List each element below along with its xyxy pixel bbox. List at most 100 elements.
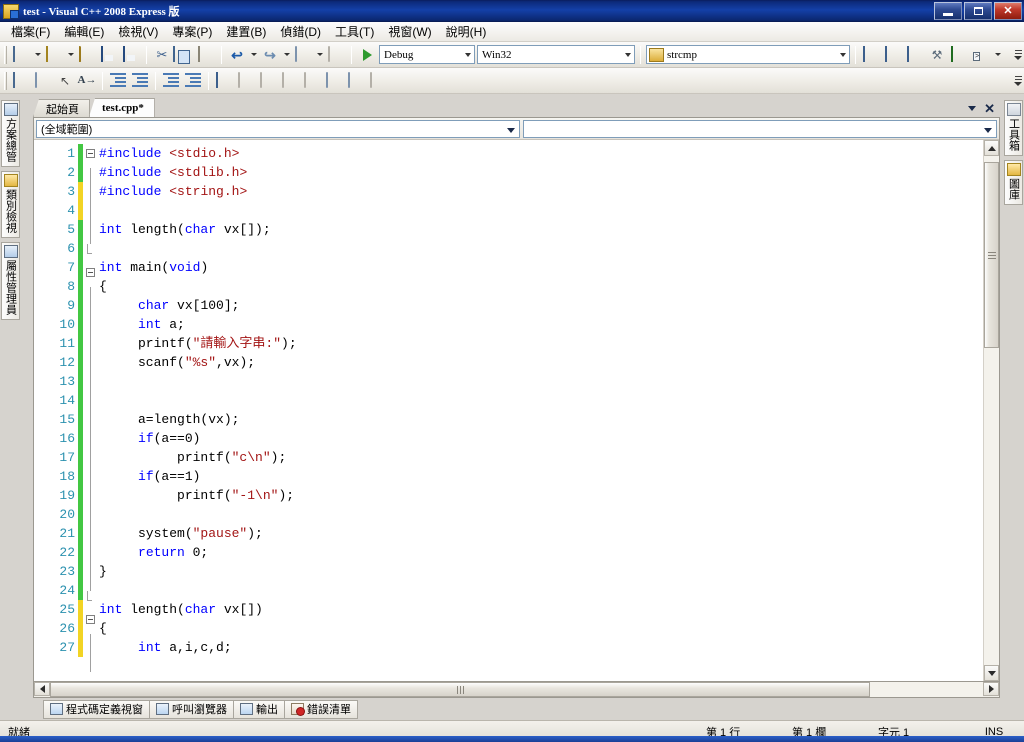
toolbar-grip[interactable] xyxy=(4,71,7,90)
properties-window-button[interactable] xyxy=(882,44,904,66)
paste-button[interactable] xyxy=(195,44,217,66)
sidebar-tab-gallery[interactable]: 圖庫 xyxy=(1004,160,1023,205)
previous-bookmark-folder-button[interactable] xyxy=(279,70,301,92)
find-combo[interactable]: strcmp xyxy=(646,45,850,64)
command-window-button[interactable]: > xyxy=(970,44,992,66)
platform-combo[interactable]: Win32 xyxy=(477,45,635,64)
display-object-member-list-button[interactable] xyxy=(10,70,32,92)
menu-help[interactable]: 說明(H) xyxy=(439,21,494,42)
tab-test-cpp[interactable]: test.cpp* xyxy=(89,98,155,117)
new-project-button[interactable] xyxy=(10,44,32,66)
bottom-tab-output[interactable]: 輸出 xyxy=(233,699,285,719)
previous-bookmark-doc-button[interactable] xyxy=(323,70,345,92)
menu-tools[interactable]: 工具(T) xyxy=(328,21,381,42)
add-new-item-button[interactable] xyxy=(43,44,65,66)
toggle-bookmark-button[interactable] xyxy=(213,70,235,92)
menu-view[interactable]: 檢視(V) xyxy=(111,21,165,42)
menu-debug[interactable]: 偵錯(D) xyxy=(273,21,328,42)
minimize-button[interactable] xyxy=(934,2,962,20)
undo-dropdown-icon[interactable] xyxy=(248,44,259,66)
close-icon[interactable]: ✕ xyxy=(984,102,995,115)
toolbar-grip[interactable] xyxy=(4,45,7,64)
code-text-area[interactable]: #include <stdio.h> #include <stdlib.h> #in… xyxy=(97,140,983,681)
copy-button[interactable] xyxy=(173,44,195,66)
scope-combo[interactable]: (全域範圍) xyxy=(36,119,520,138)
menu-window[interactable]: 視窗(W) xyxy=(381,21,438,42)
tab-start-page[interactable]: 起始頁 xyxy=(33,99,90,117)
add-item-dropdown-icon[interactable] xyxy=(65,44,76,66)
horizontal-scroll-track[interactable] xyxy=(50,682,983,697)
vertical-scroll-track[interactable] xyxy=(984,156,999,665)
sidebar-tab-solution-explorer[interactable]: 方案總管 xyxy=(1,100,20,167)
next-bookmark-doc-button[interactable] xyxy=(345,70,367,92)
display-quick-info-button[interactable]: ↖ xyxy=(54,70,76,92)
sidebar-tab-property-manager[interactable]: 屬性管理員 xyxy=(1,242,20,320)
fold-line xyxy=(83,363,97,382)
sidebar-tab-label: 方案總管 xyxy=(4,118,17,162)
scroll-up-button[interactable] xyxy=(984,140,999,156)
object-browser-button[interactable] xyxy=(904,44,926,66)
fold-end xyxy=(83,591,97,610)
window-title: test - Visual C++ 2008 Express 版 xyxy=(23,6,180,18)
cursor-icon: ↖ xyxy=(59,73,71,88)
fold-toggle[interactable] xyxy=(83,615,97,634)
save-button[interactable] xyxy=(98,44,120,66)
new-project-dropdown-icon[interactable] xyxy=(32,44,43,66)
navigate-forward-button[interactable] xyxy=(325,44,347,66)
complete-word-button[interactable]: A→ xyxy=(76,70,98,92)
decrease-indent-button[interactable] xyxy=(107,70,129,92)
menu-project[interactable]: 專案(P) xyxy=(165,21,219,42)
navigate-backward-button[interactable] xyxy=(292,44,314,66)
vertical-scroll-thumb[interactable] xyxy=(984,162,999,348)
next-bookmark-folder-button[interactable] xyxy=(301,70,323,92)
increase-indent-button[interactable] xyxy=(129,70,151,92)
sidebar-tab-class-view[interactable]: 類別檢視 xyxy=(1,171,20,238)
scroll-right-button[interactable] xyxy=(983,682,999,696)
horizontal-scrollbar[interactable] xyxy=(33,682,1000,698)
scroll-down-button[interactable] xyxy=(984,665,999,681)
chevron-down-icon[interactable] xyxy=(968,106,977,111)
save-all-button[interactable] xyxy=(120,44,142,66)
navigate-backward-dropdown-icon[interactable] xyxy=(314,44,325,66)
vertical-scrollbar[interactable] xyxy=(983,140,999,681)
fold-line xyxy=(83,534,97,553)
menu-build[interactable]: 建置(B) xyxy=(219,21,273,42)
menu-edit[interactable]: 編輯(E) xyxy=(57,21,111,42)
previous-bookmark-button[interactable] xyxy=(235,70,257,92)
horizontal-scroll-thumb[interactable] xyxy=(50,682,870,697)
scroll-left-button[interactable] xyxy=(34,682,50,696)
open-file-button[interactable] xyxy=(76,44,98,66)
undo-button[interactable]: ↩ xyxy=(226,44,248,66)
member-combo[interactable] xyxy=(523,119,997,138)
bottom-tab-code-definition-window[interactable]: 程式碼定義視窗 xyxy=(43,699,150,719)
outlining-margin[interactable] xyxy=(83,140,97,681)
sidebar-tab-toolbox[interactable]: 工具箱 xyxy=(1004,100,1023,156)
uncomment-selection-button[interactable] xyxy=(182,70,204,92)
code-scroll-region[interactable]: 1 2 3 4 5 6 7 8 9 10 11 12 13 14 15 16 17 18 19 20 21 22 23 24 2… xyxy=(34,140,983,681)
toolbar-overflow-button[interactable] xyxy=(1012,70,1024,92)
toolbar-overflow-button[interactable] xyxy=(1012,44,1024,66)
tab-strip-controls: ✕ xyxy=(968,102,1003,117)
comment-selection-button[interactable] xyxy=(160,70,182,92)
toolbox-button[interactable]: ⚒ xyxy=(926,44,948,66)
cut-button[interactable]: ✂ xyxy=(151,44,173,66)
redo-button[interactable]: ↪ xyxy=(259,44,281,66)
bottom-tab-error-list[interactable]: 錯誤清單 xyxy=(284,699,358,719)
configuration-combo[interactable]: Debug xyxy=(379,45,475,64)
fold-toggle[interactable] xyxy=(83,149,97,168)
right-dock: 工具箱 圖庫 xyxy=(1003,94,1024,720)
fold-toggle[interactable] xyxy=(83,268,97,287)
display-parameter-info-button[interactable] xyxy=(32,70,54,92)
solution-explorer-button[interactable] xyxy=(860,44,882,66)
clear-bookmarks-button[interactable] xyxy=(367,70,389,92)
redo-dropdown-icon[interactable] xyxy=(281,44,292,66)
command-window-dropdown-icon[interactable] xyxy=(992,44,1003,66)
close-button[interactable]: ✕ xyxy=(994,2,1022,20)
bottom-tab-call-browser[interactable]: 呼叫瀏覽器 xyxy=(149,699,234,719)
restore-button[interactable] xyxy=(964,2,992,20)
start-debugging-button[interactable] xyxy=(356,44,378,66)
next-bookmark-button[interactable] xyxy=(257,70,279,92)
menu-file[interactable]: 檔案(F) xyxy=(4,21,57,42)
fold-line xyxy=(83,420,97,439)
error-list-button[interactable] xyxy=(948,44,970,66)
